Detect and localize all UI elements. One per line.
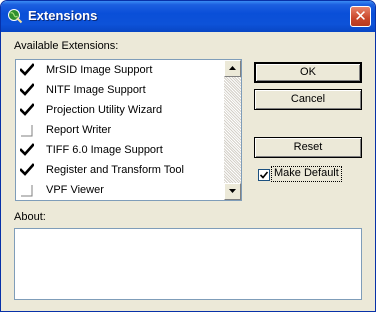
extension-label: Projection Utility Wizard <box>46 104 163 116</box>
cancel-button[interactable]: Cancel <box>254 89 362 110</box>
extension-item[interactable]: NITF Image Support <box>16 81 225 101</box>
checkmark-icon[interactable] <box>19 103 35 117</box>
close-button[interactable]: ✕ <box>350 6 371 27</box>
reset-button[interactable]: Reset <box>254 137 362 158</box>
checkmark-icon[interactable] <box>19 163 35 177</box>
unchecked-box-icon[interactable] <box>20 183 34 197</box>
make-default-label[interactable]: Make Default <box>271 166 342 182</box>
about-label: About: <box>14 211 46 223</box>
checkmark-icon[interactable] <box>19 83 35 97</box>
checkmark-icon <box>259 171 269 179</box>
extension-item[interactable]: Register and Transform Tool <box>16 161 225 181</box>
available-extensions-label: Available Extensions: <box>14 40 119 52</box>
about-textbox[interactable] <box>14 228 362 300</box>
scroll-track[interactable] <box>224 77 241 183</box>
checkmark-icon[interactable] <box>19 143 35 157</box>
extension-label: Report Writer <box>46 124 112 136</box>
extension-label: MrSID Image Support <box>46 64 153 76</box>
checkmark-icon[interactable] <box>19 63 35 77</box>
title-bar[interactable]: Extensions ✕ <box>1 1 375 32</box>
extension-label: VPF Viewer <box>46 184 104 196</box>
extension-item[interactable]: VPF Viewer <box>16 181 225 200</box>
scroll-down-button[interactable] <box>224 183 241 200</box>
arrow-up-icon <box>229 66 236 70</box>
unchecked-box-icon[interactable] <box>20 123 34 137</box>
close-icon: ✕ <box>354 7 367 25</box>
ok-button[interactable]: OK <box>254 62 362 83</box>
extension-item[interactable]: Projection Utility Wizard <box>16 101 225 121</box>
extension-label: Register and Transform Tool <box>46 164 184 176</box>
extension-item[interactable]: TIFF 6.0 Image Support <box>16 141 225 161</box>
app-globe-icon <box>8 9 23 24</box>
extensions-list[interactable]: VPF Viewer Register and Transform Tool TIF… <box>15 59 242 201</box>
arrow-down-icon <box>229 189 236 193</box>
list-scrollbar[interactable] <box>224 60 241 200</box>
window-title: Extensions <box>28 8 98 23</box>
extension-label: TIFF 6.0 Image Support <box>46 144 163 156</box>
extension-item[interactable]: MrSID Image Support <box>16 61 225 81</box>
extension-label: NITF Image Support <box>46 84 146 96</box>
make-default-checkbox[interactable] <box>258 169 270 181</box>
extension-item[interactable]: Report Writer <box>16 121 225 141</box>
extensions-dialog: Extensions ✕ Available Extensions: VPF V… <box>0 0 376 312</box>
scroll-up-button[interactable] <box>224 60 241 77</box>
